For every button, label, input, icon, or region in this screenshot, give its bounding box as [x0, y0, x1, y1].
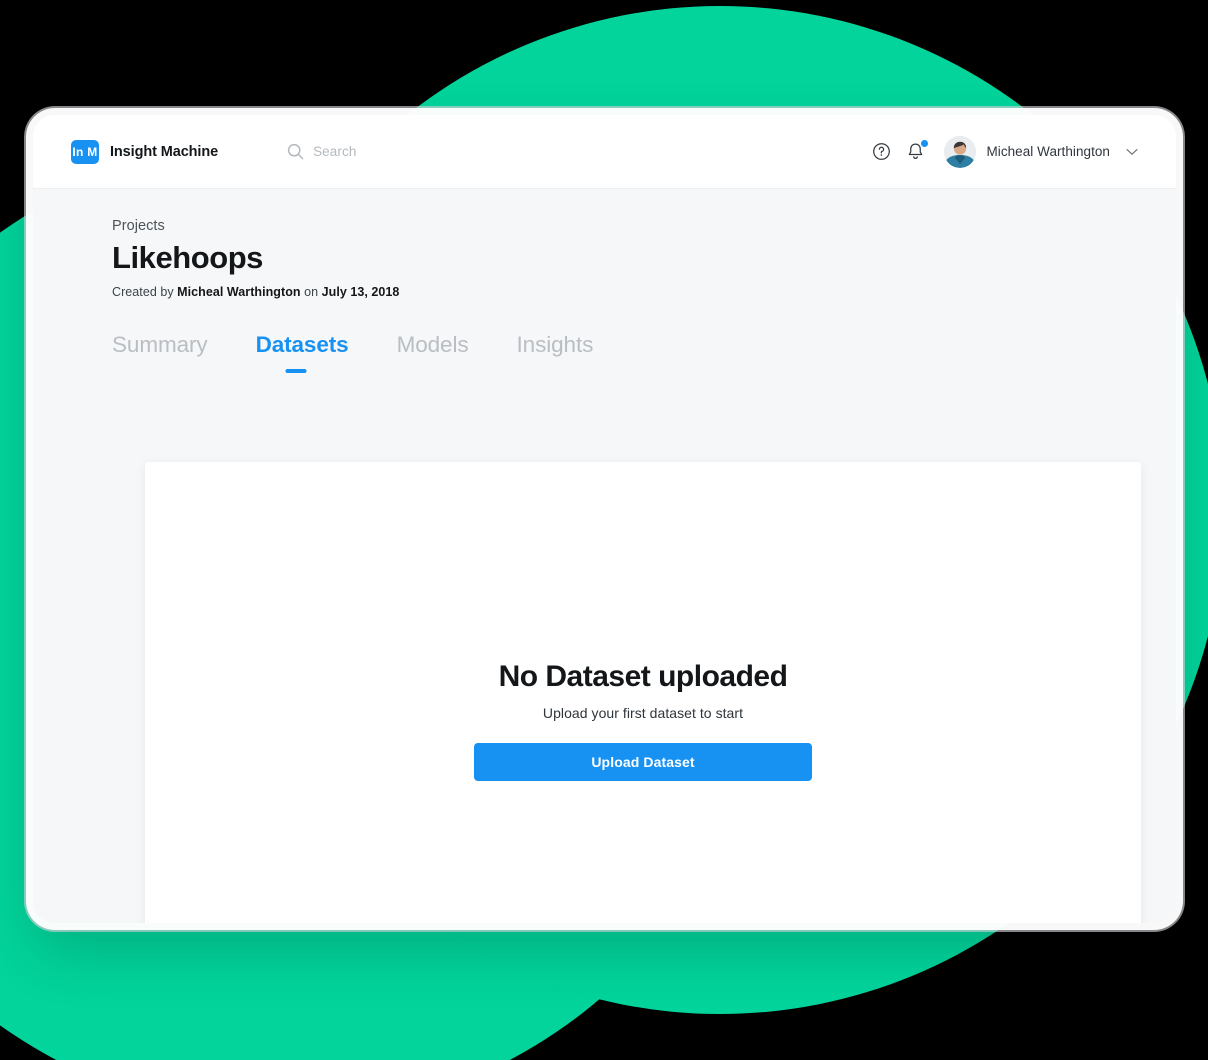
empty-state: No Dataset uploaded Upload your first da…	[473, 660, 813, 781]
user-menu[interactable]: Micheal Warthington	[944, 135, 1138, 168]
meta-prefix: Created by	[112, 284, 178, 299]
tab-summary[interactable]: Summary	[112, 332, 208, 373]
logo-badge: In M	[71, 139, 99, 164]
brand-logo[interactable]: In M Insight Machine	[71, 139, 219, 164]
search-icon	[287, 143, 304, 160]
avatar	[944, 135, 977, 168]
upload-dataset-button[interactable]: Upload Dataset	[474, 743, 812, 781]
meta-middle: on	[300, 284, 322, 299]
empty-state-subtitle: Upload your first dataset to start	[542, 705, 744, 721]
chevron-down-icon[interactable]	[1126, 148, 1138, 156]
page-title: Likehoops	[112, 240, 263, 275]
tab-models[interactable]: Models	[397, 332, 469, 373]
notifications-button[interactable]	[898, 135, 932, 169]
question-circle-icon	[872, 142, 891, 161]
tab-insights[interactable]: Insights	[517, 332, 594, 373]
browser-window: In M Insight Machine Search Micheal Wart…	[33, 115, 1176, 923]
datasets-content-card: No Dataset uploaded Upload your first da…	[145, 462, 1141, 923]
breadcrumb[interactable]: Projects	[112, 218, 165, 234]
brand-name: Insight Machine	[110, 143, 219, 160]
tab-bar: Summary Datasets Models Insights	[112, 321, 1176, 373]
meta-author: Micheal Warthington	[177, 284, 301, 299]
user-name: Micheal Warthington	[986, 144, 1110, 159]
topbar-actions: Micheal Warthington	[864, 135, 1138, 169]
search-input[interactable]: Search	[287, 143, 356, 160]
help-button[interactable]	[864, 135, 898, 169]
meta-date: July 13, 2018	[321, 284, 400, 299]
page-body: Projects Likehoops Created by Micheal Wa…	[33, 189, 1176, 373]
tab-datasets[interactable]: Datasets	[256, 332, 349, 373]
empty-state-title: No Dataset uploaded	[498, 660, 788, 693]
notification-dot	[921, 139, 929, 147]
project-meta: Created by Micheal Warthington on July 1…	[112, 285, 1176, 299]
search-placeholder: Search	[313, 144, 357, 159]
top-navigation-bar: In M Insight Machine Search Micheal Wart…	[33, 115, 1176, 189]
